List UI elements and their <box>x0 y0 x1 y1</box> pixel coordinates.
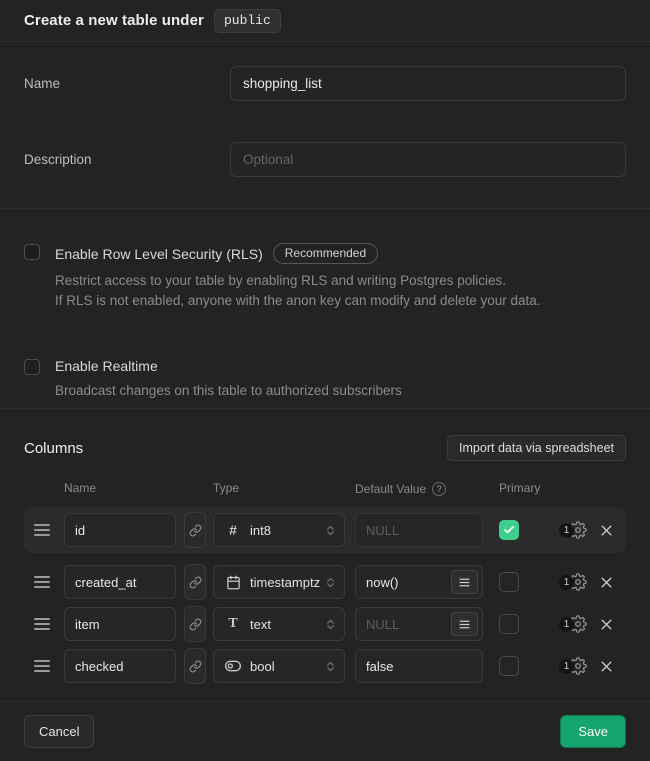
column-type-icon: # T <box>224 575 242 590</box>
column-name-input[interactable] <box>64 607 176 641</box>
description-label: Description <box>24 142 230 177</box>
drag-handle-icon[interactable] <box>34 618 50 630</box>
column-name-input[interactable] <box>64 565 176 599</box>
realtime-checkbox[interactable] <box>24 359 40 375</box>
remove-column-button[interactable] <box>599 659 614 674</box>
rls-label: Enable Row Level Security (RLS) <box>55 246 263 262</box>
schema-badge: public <box>214 9 281 33</box>
table-name-input[interactable] <box>230 66 626 101</box>
drag-handle-icon[interactable] <box>34 660 50 672</box>
column-name-input[interactable] <box>64 649 176 683</box>
drag-handle-icon[interactable] <box>34 576 50 588</box>
header-name: Name <box>64 481 213 497</box>
realtime-description: Broadcast changes on this table to autho… <box>55 381 402 401</box>
header-type: Type <box>213 481 355 497</box>
default-picker-button[interactable] <box>451 570 478 594</box>
remove-column-button[interactable] <box>599 617 614 632</box>
foreign-key-link-icon[interactable] <box>184 564 206 600</box>
column-row: # T bool <box>24 645 626 687</box>
table-details-section: Name Description <box>0 42 650 209</box>
settings-count-badge: 1 <box>559 659 574 674</box>
settings-count-badge: 1 <box>559 575 574 590</box>
create-table-modal: Create a new table under public Name Des… <box>0 0 650 761</box>
default-picker-button[interactable] <box>451 612 478 636</box>
primary-checkbox[interactable] <box>499 520 519 540</box>
primary-checkbox[interactable] <box>499 572 519 592</box>
modal-title: Create a new table under <box>24 12 204 29</box>
column-row: # T text <box>24 603 626 645</box>
foreign-key-link-icon[interactable] <box>184 648 206 684</box>
columns-section: Columns Import data via spreadsheet Name… <box>0 409 650 702</box>
foreign-key-link-icon[interactable] <box>184 512 206 548</box>
settings-count-badge: 1 <box>559 617 574 632</box>
column-type-select[interactable]: # T text <box>213 607 345 641</box>
table-description-input[interactable] <box>230 142 626 177</box>
column-settings-button[interactable]: 1 <box>559 657 587 675</box>
header-primary: Primary <box>499 481 540 497</box>
column-type-select[interactable]: # T bool <box>213 649 345 683</box>
modal-footer: Cancel Save <box>0 702 650 761</box>
name-label: Name <box>24 66 230 101</box>
recommended-badge: Recommended <box>273 243 378 264</box>
realtime-label: Enable Realtime <box>55 358 158 374</box>
remove-column-button[interactable] <box>599 575 614 590</box>
realtime-option: Enable Realtime Broadcast changes on thi… <box>24 358 626 401</box>
columns-title: Columns <box>24 440 83 457</box>
import-spreadsheet-button[interactable]: Import data via spreadsheet <box>447 435 626 461</box>
column-row: # T timestamptz <box>24 561 626 603</box>
column-type-icon: # T <box>224 658 242 674</box>
primary-checkbox[interactable] <box>499 656 519 676</box>
table-options-section: Enable Row Level Security (RLS) Recommen… <box>0 209 650 409</box>
rls-option: Enable Row Level Security (RLS) Recommen… <box>24 243 626 311</box>
column-type-select[interactable]: # T int8 <box>213 513 345 547</box>
save-button[interactable]: Save <box>560 715 626 748</box>
primary-checkbox[interactable] <box>499 614 519 634</box>
column-settings-button[interactable]: 1 <box>559 615 587 633</box>
help-icon[interactable]: ? <box>432 482 446 496</box>
header-default: Default Value ? <box>355 481 499 497</box>
remove-column-button[interactable] <box>599 523 614 538</box>
column-name-input[interactable] <box>64 513 176 547</box>
chevron-up-down-icon <box>324 659 337 674</box>
drag-handle-icon[interactable] <box>34 524 50 536</box>
default-value-input[interactable] <box>355 649 483 683</box>
column-type-icon: # T <box>224 616 242 632</box>
column-rows: # T int8 <box>24 507 626 687</box>
column-type-select[interactable]: # T timestamptz <box>213 565 345 599</box>
column-type-icon: # T <box>224 522 242 538</box>
chevron-up-down-icon <box>324 617 337 632</box>
cancel-button[interactable]: Cancel <box>24 715 94 748</box>
rls-description: Restrict access to your table by enablin… <box>55 271 541 311</box>
modal-header: Create a new table under public <box>0 0 650 42</box>
column-row: # T int8 <box>24 507 626 553</box>
default-value-input[interactable] <box>355 513 483 547</box>
column-settings-button[interactable]: 1 <box>559 573 587 591</box>
chevron-up-down-icon <box>324 523 337 538</box>
settings-count-badge: 1 <box>559 523 574 538</box>
rls-checkbox[interactable] <box>24 244 40 260</box>
foreign-key-link-icon[interactable] <box>184 606 206 642</box>
chevron-up-down-icon <box>324 575 337 590</box>
columns-table-headers: Name Type Default Value ? Primary <box>24 481 626 497</box>
column-settings-button[interactable]: 1 <box>559 521 587 539</box>
